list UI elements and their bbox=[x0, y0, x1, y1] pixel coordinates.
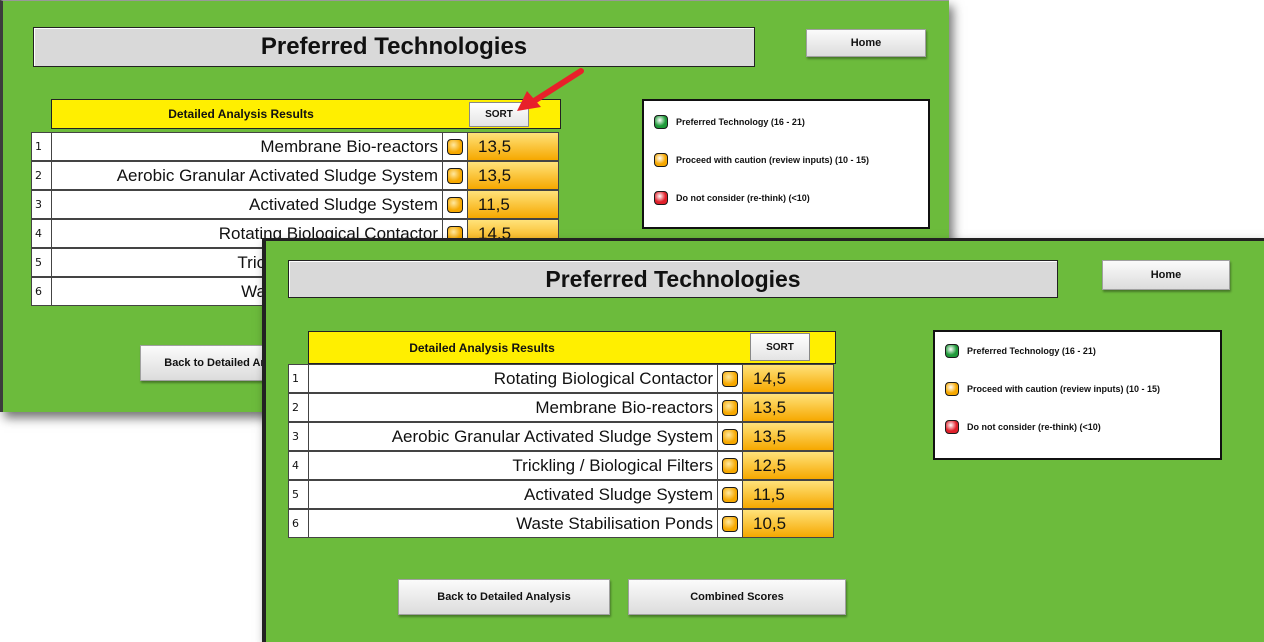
home-button[interactable]: Home bbox=[806, 29, 926, 57]
front-window: Preferred Technologies Home Detailed Ana… bbox=[262, 238, 1264, 642]
table-row: 5 Activated Sludge System 11,5 bbox=[288, 480, 834, 509]
back-to-detailed-analysis-button[interactable]: Back to Detailed Analysis bbox=[398, 579, 610, 615]
technology-name: Rotating Biological Contactor bbox=[308, 364, 718, 393]
legend: Preferred Technology (16 - 21) Proceed wi… bbox=[642, 99, 930, 229]
row-number: 6 bbox=[31, 277, 51, 306]
row-number: 4 bbox=[31, 219, 51, 248]
status-light-cell bbox=[443, 161, 467, 190]
row-number: 2 bbox=[31, 161, 51, 190]
score-value: 12,5 bbox=[742, 451, 834, 480]
score-value: 13,5 bbox=[467, 161, 559, 190]
score-value: 14,5 bbox=[742, 364, 834, 393]
green-light-icon bbox=[654, 115, 668, 129]
orange-light-icon bbox=[722, 370, 738, 387]
orange-light-icon bbox=[722, 515, 738, 532]
red-light-icon bbox=[945, 420, 959, 434]
legend-label: Do not consider (re-think) (<10) bbox=[967, 422, 1101, 432]
red-arrow-icon bbox=[517, 68, 584, 111]
table-row: 1 Rotating Biological Contactor 14,5 bbox=[288, 364, 834, 393]
legend-item: Proceed with caution (review inputs) (10… bbox=[654, 153, 869, 167]
legend-label: Preferred Technology (16 - 21) bbox=[676, 117, 805, 127]
score-value: 10,5 bbox=[742, 509, 834, 538]
table-row: 1 Membrane Bio-reactors 13,5 bbox=[31, 132, 559, 161]
row-number: 3 bbox=[31, 190, 51, 219]
legend-item: Do not consider (re-think) (<10) bbox=[654, 191, 810, 205]
status-light-cell bbox=[718, 422, 742, 451]
technology-name: Activated Sludge System bbox=[308, 480, 718, 509]
combined-scores-button[interactable]: Combined Scores bbox=[628, 579, 846, 615]
orange-light-icon bbox=[447, 138, 463, 155]
results-header-label: Detailed Analysis Results bbox=[168, 107, 314, 121]
legend-label: Proceed with caution (review inputs) (10… bbox=[967, 384, 1161, 394]
status-light-cell bbox=[718, 509, 742, 538]
legend: Preferred Technology (16 - 21) Proceed wi… bbox=[933, 330, 1222, 460]
score-value: 11,5 bbox=[467, 190, 559, 219]
technology-name: Aerobic Granular Activated Sludge System bbox=[51, 161, 443, 190]
technology-name: Waste Stabilisation Ponds bbox=[308, 509, 718, 538]
row-number: 5 bbox=[288, 480, 308, 509]
table-row: 3 Activated Sludge System 11,5 bbox=[31, 190, 559, 219]
sort-button[interactable]: SORT bbox=[750, 333, 810, 361]
status-light-cell bbox=[443, 132, 467, 161]
table-row: 2 Aerobic Granular Activated Sludge Syste… bbox=[31, 161, 559, 190]
orange-light-icon bbox=[654, 153, 668, 167]
legend-label: Proceed with caution (review inputs) (10… bbox=[676, 155, 870, 165]
score-value: 13,5 bbox=[467, 132, 559, 161]
orange-light-icon bbox=[722, 428, 738, 445]
status-light-cell bbox=[718, 364, 742, 393]
legend-item: Preferred Technology (16 - 21) bbox=[945, 344, 1096, 358]
legend-label: Do not consider (re-think) (<10) bbox=[676, 193, 810, 203]
technology-name: Membrane Bio-reactors bbox=[51, 132, 443, 161]
row-number: 1 bbox=[288, 364, 308, 393]
table-row: 3 Aerobic Granular Activated Sludge Syste… bbox=[288, 422, 834, 451]
score-value: 13,5 bbox=[742, 422, 834, 451]
row-number: 6 bbox=[288, 509, 308, 538]
table-row: 4 Trickling / Biological Filters 12,5 bbox=[288, 451, 834, 480]
legend-item: Do not consider (re-think) (<10) bbox=[945, 420, 1101, 434]
status-light-cell bbox=[718, 480, 742, 509]
technology-name: Activated Sludge System bbox=[51, 190, 443, 219]
row-number: 4 bbox=[288, 451, 308, 480]
table-row: 2 Membrane Bio-reactors 13,5 bbox=[288, 393, 834, 422]
orange-light-icon bbox=[722, 399, 738, 416]
technology-name: Aerobic Granular Activated Sludge System bbox=[308, 422, 718, 451]
row-number: 2 bbox=[288, 393, 308, 422]
green-light-icon bbox=[945, 344, 959, 358]
technology-name: Membrane Bio-reactors bbox=[308, 393, 718, 422]
row-number: 3 bbox=[288, 422, 308, 451]
status-light-cell bbox=[718, 451, 742, 480]
legend-item: Proceed with caution (review inputs) (10… bbox=[945, 382, 1160, 396]
status-light-cell bbox=[443, 190, 467, 219]
orange-light-icon bbox=[447, 196, 463, 213]
orange-light-icon bbox=[945, 382, 959, 396]
orange-light-icon bbox=[722, 486, 738, 503]
score-value: 13,5 bbox=[742, 393, 834, 422]
legend-item: Preferred Technology (16 - 21) bbox=[654, 115, 805, 129]
status-light-cell bbox=[718, 393, 742, 422]
results-header-label: Detailed Analysis Results bbox=[409, 340, 555, 355]
page-title: Preferred Technologies bbox=[33, 27, 755, 67]
legend-label: Preferred Technology (16 - 21) bbox=[967, 346, 1096, 356]
home-button[interactable]: Home bbox=[1102, 260, 1230, 290]
table-row: 6Waste Stabilisation Ponds 10,5 bbox=[288, 509, 834, 538]
technology-name: Trickling / Biological Filters bbox=[308, 451, 718, 480]
score-value: 11,5 bbox=[742, 480, 834, 509]
orange-light-icon bbox=[722, 457, 738, 474]
page-title: Preferred Technologies bbox=[288, 260, 1058, 298]
orange-light-icon bbox=[447, 167, 463, 184]
results-table: Detailed Analysis Results SORT 1 Rotating… bbox=[288, 331, 848, 571]
red-light-icon bbox=[654, 191, 668, 205]
row-number: 1 bbox=[31, 132, 51, 161]
row-number: 5 bbox=[31, 248, 51, 277]
